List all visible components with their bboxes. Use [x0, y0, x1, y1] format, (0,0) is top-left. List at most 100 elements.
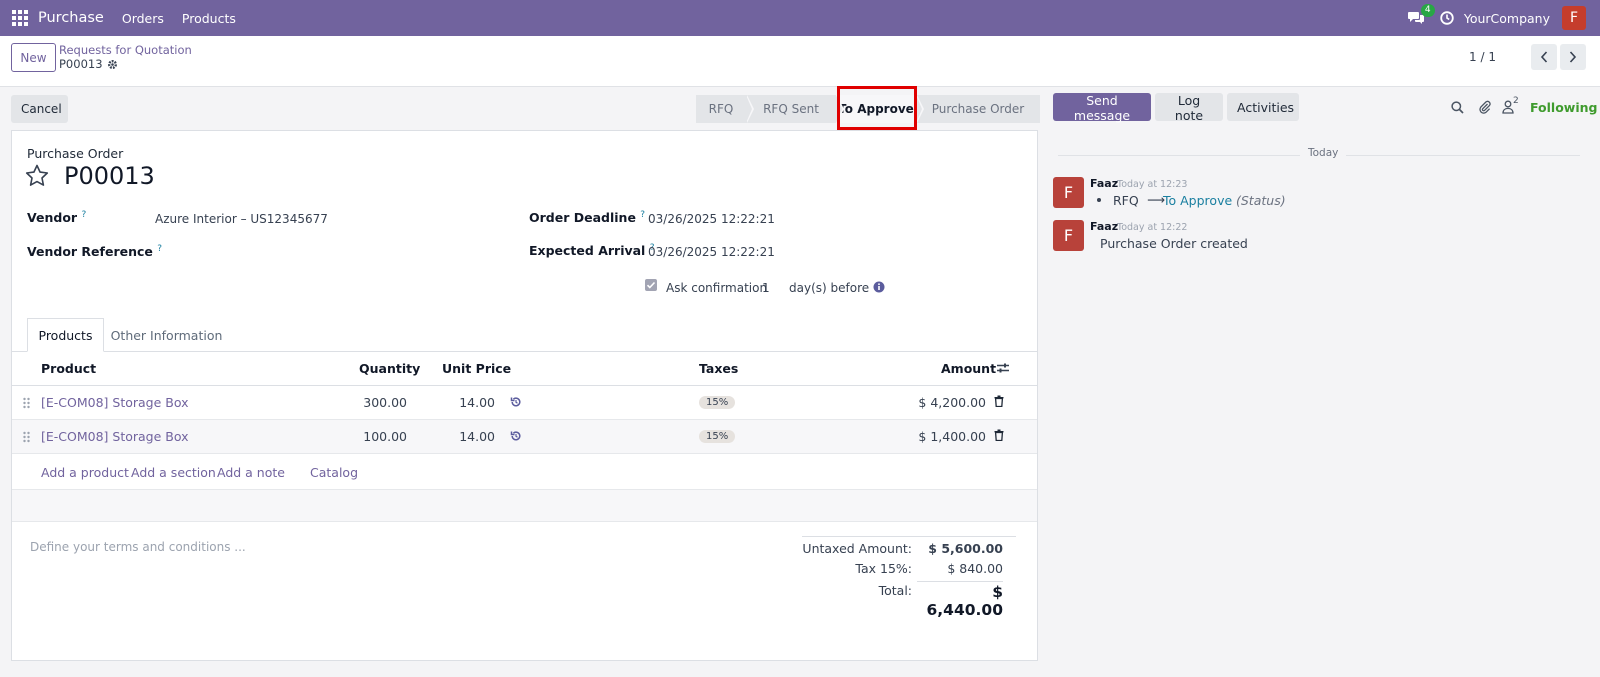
chevron-right-icon [1569, 51, 1577, 63]
breadcrumb-current: P00013 [59, 57, 118, 71]
highlight-box [837, 86, 917, 130]
log-note-button[interactable]: Log note [1155, 93, 1223, 123]
stage-purchase-order[interactable]: Purchase Order [916, 95, 1040, 123]
activity-clock-icon[interactable] [1440, 11, 1454, 25]
tax-badge[interactable]: 15% [699, 396, 736, 409]
following-button[interactable]: Following [1530, 100, 1597, 115]
user-avatar[interactable]: F [1562, 6, 1586, 30]
chevron-left-icon [1540, 51, 1548, 63]
catalog-link[interactable]: Catalog [310, 465, 358, 480]
activities-button[interactable]: Activities [1227, 93, 1299, 121]
add-note-link[interactable]: Add a note [217, 465, 285, 480]
order-lines-header: Product Quantity Unit Price Taxes Amount [12, 352, 1037, 386]
line-amount: $ 4,200.00 [918, 395, 986, 410]
line-quantity[interactable]: 300.00 [360, 395, 407, 410]
line-unit-price[interactable]: 14.00 [457, 395, 495, 410]
history-icon[interactable] [510, 396, 522, 408]
apps-menu-icon[interactable] [0, 0, 40, 36]
trash-icon[interactable] [994, 429, 1004, 441]
tracking-field-name: (Status) [1236, 193, 1286, 208]
column-quantity[interactable]: Quantity [359, 361, 420, 376]
untaxed-amount-value: $ 5,600.00 [928, 541, 1003, 556]
company-switcher[interactable]: YourCompany [1464, 11, 1550, 26]
ask-confirmation-days-field[interactable]: 1 [762, 281, 770, 295]
pager-value[interactable]: 1 / 1 [1469, 50, 1496, 64]
breadcrumb-current-label: P00013 [59, 57, 103, 71]
table-row[interactable]: [E-COM08] Storage Box 300.00 14.00 15% $… [12, 386, 1037, 420]
tab-products[interactable]: Products [27, 318, 104, 352]
expected-arrival-field[interactable]: 03/26/2025 12:22:21 [648, 245, 775, 259]
paperclip-icon[interactable] [1478, 100, 1492, 114]
send-message-button[interactable]: Send message [1053, 93, 1151, 123]
document-type: Purchase Order [27, 146, 124, 161]
line-product[interactable]: [E-COM08] Storage Box [41, 429, 189, 444]
line-quantity[interactable]: 100.00 [360, 429, 407, 444]
tax-badge[interactable]: 15% [699, 430, 736, 443]
form-sheet: Purchase Order P00013 Vendor ? Azure Int… [11, 130, 1038, 661]
control-panel: New Requests for Quotation P00013 1 / 1 [0, 36, 1600, 87]
stage-rfq-sent[interactable]: RFQ Sent [746, 95, 844, 123]
message-author[interactable]: Faaz [1090, 220, 1118, 233]
star-icon[interactable] [25, 164, 49, 187]
vendor-field[interactable]: Azure Interior – US12345677 [155, 212, 328, 226]
column-taxes[interactable]: Taxes [699, 361, 738, 376]
date-separator: Today [1300, 147, 1347, 159]
table-row[interactable]: [E-COM08] Storage Box 100.00 14.00 15% $… [12, 420, 1037, 454]
line-unit-price[interactable]: 14.00 [457, 429, 495, 444]
ask-confirmation-checkbox[interactable] [645, 279, 657, 291]
vendor-label: Vendor ? [27, 210, 87, 226]
order-deadline-field[interactable]: 03/26/2025 12:22:21 [648, 212, 775, 226]
followers-count: 2 [1513, 96, 1519, 106]
trash-icon[interactable] [994, 395, 1004, 407]
history-icon[interactable] [510, 430, 522, 442]
checkmark-icon [646, 281, 656, 289]
tracking-old-value: RFQ [1113, 193, 1139, 208]
message-author-avatar[interactable]: F [1053, 177, 1084, 208]
new-button[interactable]: New [11, 43, 56, 72]
column-product[interactable]: Product [41, 361, 96, 376]
top-navbar: Purchase Orders Products 4 YourCompany F [0, 0, 1600, 36]
terms-field[interactable]: Define your terms and conditions ... [30, 540, 246, 554]
ask-confirmation-label: Ask confirmation [666, 281, 768, 295]
line-product[interactable]: [E-COM08] Storage Box [41, 395, 189, 410]
total-value: $ 6,440.00 [917, 581, 1003, 619]
vendor-reference-field[interactable] [155, 246, 485, 262]
notebook-tabs: Products Other Information [12, 318, 1037, 352]
line-amount: $ 1,400.00 [918, 429, 986, 444]
tax-label: Tax 15%: [855, 561, 912, 576]
column-unit-price[interactable]: Unit Price [442, 361, 511, 376]
add-section-link[interactable]: Add a section [131, 465, 216, 480]
add-product-link[interactable]: Add a product [41, 465, 129, 480]
order-deadline-label: Order Deadline ? [529, 210, 646, 226]
menu-products[interactable]: Products [182, 11, 236, 26]
info-icon[interactable] [873, 281, 885, 293]
bullet-icon [1097, 198, 1101, 202]
untaxed-amount-label: Untaxed Amount: [802, 541, 912, 556]
pager-previous-button[interactable] [1531, 44, 1557, 70]
vendor-reference-label: Vendor Reference ? [27, 244, 163, 260]
days-before-label: day(s) before [789, 281, 870, 295]
message-author-avatar[interactable]: F [1053, 220, 1084, 251]
drag-handle-icon[interactable] [23, 431, 30, 443]
cancel-button[interactable]: Cancel [11, 95, 68, 123]
tab-other-information[interactable]: Other Information [105, 318, 228, 352]
messages-count-badge: 4 [1420, 4, 1435, 17]
breadcrumb-parent[interactable]: Requests for Quotation [59, 43, 192, 57]
pager-next-button[interactable] [1560, 44, 1586, 70]
total-label: Total: [878, 583, 912, 598]
search-icon[interactable] [1451, 101, 1464, 114]
optional-columns-icon[interactable] [996, 362, 1010, 374]
message-author[interactable]: Faaz [1090, 177, 1118, 190]
column-amount[interactable]: Amount [941, 361, 996, 376]
messaging-icon[interactable]: 4 [1407, 4, 1435, 25]
message-body: Purchase Order created [1100, 236, 1248, 251]
app-name[interactable]: Purchase [38, 10, 104, 26]
tracking-new-value: To Approve [1163, 193, 1233, 208]
gear-icon[interactable] [107, 59, 118, 70]
menu-orders[interactable]: Orders [122, 11, 164, 26]
stage-rfq[interactable]: RFQ [696, 95, 754, 123]
drag-handle-icon[interactable] [23, 397, 30, 409]
totals-block [802, 536, 1016, 537]
tax-value: $ 840.00 [947, 561, 1003, 576]
record-name: P00013 [64, 162, 155, 190]
